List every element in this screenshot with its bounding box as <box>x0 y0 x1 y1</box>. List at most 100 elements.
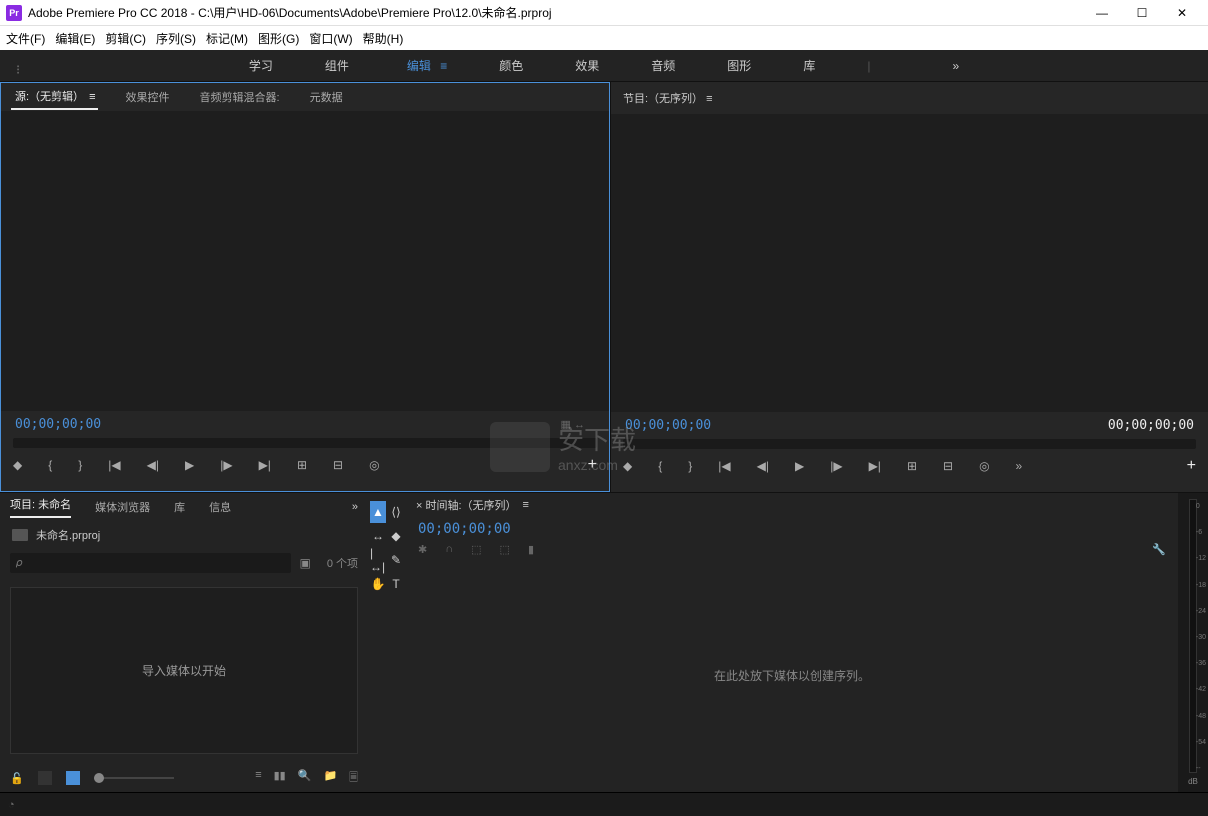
track-select-tool[interactable]: ⟨⟩ <box>388 501 404 523</box>
tab-source[interactable]: 源:（无剪辑） ≡ <box>11 84 98 110</box>
go-to-in-icon[interactable]: |◀ <box>718 459 730 473</box>
window-title: Adobe Premiere Pro CC 2018 - C:\用户\HD-06… <box>28 4 1082 21</box>
go-to-out-icon[interactable]: ▶| <box>869 459 881 473</box>
tab-info[interactable]: 信息 <box>209 499 231 515</box>
tl-settings-icon[interactable]: ▮ <box>528 543 534 556</box>
project-search-input[interactable] <box>10 553 291 573</box>
tl-link-icon[interactable]: ⬚ <box>471 543 481 556</box>
menu-clip[interactable]: 剪辑(C) <box>105 30 146 47</box>
timeline-drop-area[interactable]: 在此处放下媒体以创建序列。 <box>406 558 1178 792</box>
project-drop-area[interactable]: 导入媒体以开始 <box>10 587 358 755</box>
hamburger-icon[interactable]: ⁝ <box>10 58 26 82</box>
workspace-color[interactable]: 颜色 <box>493 53 529 78</box>
extract-icon[interactable]: ⊟ <box>943 459 953 473</box>
menu-file[interactable]: 文件(F) <box>6 30 45 47</box>
export-frame-icon[interactable]: ◎ <box>369 458 379 472</box>
list-view-icon[interactable] <box>38 771 52 785</box>
go-to-in-icon[interactable]: |◀ <box>108 458 120 472</box>
maximize-button[interactable]: ☐ <box>1122 1 1162 25</box>
go-to-out-icon[interactable]: ▶| <box>259 458 271 472</box>
tools-panel: ▲⟨⟩ ↔◆ |↔|✎ ✋T <box>368 493 406 792</box>
tab-metadata[interactable]: 元数据 <box>308 85 345 109</box>
new-item-icon[interactable]: 🗏 <box>349 769 358 788</box>
workspace-tabs: ⁝ 学习 组件 编辑 ≡ 颜色 效果 音频 图形 库 | » <box>0 50 1208 82</box>
overflow-icon[interactable]: » <box>1016 459 1023 473</box>
in-point-icon[interactable]: { <box>48 458 52 472</box>
out-point-icon[interactable]: } <box>688 459 692 473</box>
button-editor-icon[interactable]: + <box>1187 457 1196 475</box>
timeline-timecode[interactable]: 00;00;00;00 <box>406 517 1178 541</box>
in-point-icon[interactable]: { <box>658 459 662 473</box>
insert-icon[interactable]: ⊞ <box>297 458 307 472</box>
program-timecode-left[interactable]: 00;00;00;00 <box>625 418 711 433</box>
button-editor-icon[interactable]: + <box>588 456 597 474</box>
source-scrubber[interactable] <box>13 438 597 448</box>
workspace-overflow[interactable]: » <box>946 55 965 77</box>
tab-effect-controls[interactable]: 效果控件 <box>124 85 172 109</box>
icon-view-icon[interactable] <box>66 771 80 785</box>
project-file-icon <box>12 529 28 541</box>
tl-marker-icon[interactable]: ⬚ <box>500 543 510 556</box>
export-frame-icon[interactable]: ◎ <box>979 459 989 473</box>
program-scrubber[interactable] <box>623 439 1196 449</box>
workspace-libraries[interactable]: 库 <box>797 53 821 78</box>
workspace-learn[interactable]: 学习 <box>243 53 279 78</box>
tab-libraries[interactable]: 库 <box>174 499 185 515</box>
new-bin-icon[interactable]: ▣ <box>299 556 310 570</box>
menu-window[interactable]: 窗口(W) <box>309 30 352 47</box>
program-monitor <box>611 114 1208 412</box>
workspace-effects[interactable]: 效果 <box>569 53 605 78</box>
workspace-assembly[interactable]: 组件 <box>319 53 355 78</box>
type-tool[interactable]: T <box>388 573 404 595</box>
tab-media-browser[interactable]: 媒体浏览器 <box>95 499 150 515</box>
tl-wrench-icon[interactable]: 🔧 <box>1152 543 1166 556</box>
step-forward-icon[interactable]: |▶ <box>220 458 232 472</box>
close-button[interactable]: ✕ <box>1162 1 1202 25</box>
minimize-button[interactable]: — <box>1082 1 1122 25</box>
source-transport: ◆ { } |◀ ◀| ▶ |▶ ▶| ⊞ ⊟ ◎ + <box>1 448 609 482</box>
automate-icon[interactable]: ▮▮ <box>274 769 286 788</box>
step-back-icon[interactable]: ◀| <box>147 458 159 472</box>
step-back-icon[interactable]: ◀| <box>757 459 769 473</box>
tl-snap-icon[interactable]: ✱ <box>418 543 427 556</box>
tab-program[interactable]: 节目:（无序列） ≡ <box>611 82 1208 114</box>
sort-icon[interactable]: ≡ <box>255 769 261 788</box>
new-folder-icon[interactable]: 📁 <box>323 769 337 788</box>
workspace-editing[interactable]: 编辑 ≡ <box>395 53 453 78</box>
hand-tool[interactable]: ✋ <box>370 573 386 595</box>
rate-tool[interactable]: |↔| <box>370 549 386 571</box>
marker-icon[interactable]: ◆ <box>623 459 632 473</box>
selection-tool[interactable]: ▲ <box>370 501 386 523</box>
zoom-slider[interactable] <box>94 777 174 779</box>
play-icon[interactable]: ▶ <box>185 458 194 472</box>
status-icon: ◔ <box>8 799 15 811</box>
pen-tool[interactable]: ✎ <box>388 549 404 571</box>
project-item-count: 0 个项 <box>327 555 358 571</box>
source-monitor-panel: 源:（无剪辑） ≡ 效果控件 音频剪辑混合器: 元数据 00;00;00;00 … <box>0 82 610 492</box>
menu-graphics[interactable]: 图形(G) <box>258 30 299 47</box>
find-icon[interactable]: 🔍 <box>298 769 312 788</box>
menu-marker[interactable]: 标记(M) <box>206 30 248 47</box>
overwrite-icon[interactable]: ⊟ <box>333 458 343 472</box>
rolling-tool[interactable]: ◆ <box>388 525 404 547</box>
out-point-icon[interactable]: } <box>78 458 82 472</box>
menu-edit[interactable]: 编辑(E) <box>55 30 95 47</box>
play-icon[interactable]: ▶ <box>795 459 804 473</box>
menu-sequence[interactable]: 序列(S) <box>156 30 196 47</box>
tab-timeline[interactable]: × 时间轴:（无序列） ≡ <box>406 493 1178 517</box>
step-forward-icon[interactable]: |▶ <box>830 459 842 473</box>
source-timecode-left[interactable]: 00;00;00;00 <box>15 417 101 432</box>
tab-project[interactable]: 项目: 未命名 <box>10 496 71 518</box>
tl-magnet-icon[interactable]: ∩ <box>445 543 453 556</box>
lock-icon[interactable]: 🔓 <box>10 772 24 785</box>
lift-icon[interactable]: ⊞ <box>907 459 917 473</box>
workspace-audio[interactable]: 音频 <box>645 53 681 78</box>
source-fit-dropdown[interactable]: ▦ ↔ <box>561 418 585 431</box>
workspace-graphics[interactable]: 图形 <box>721 53 757 78</box>
program-monitor-panel: 节目:（无序列） ≡ 00;00;00;00 00;00;00;00 ◆ { }… <box>610 82 1208 492</box>
menu-help[interactable]: 帮助(H) <box>363 30 404 47</box>
marker-icon[interactable]: ◆ <box>13 458 22 472</box>
tab-audio-mixer[interactable]: 音频剪辑混合器: <box>198 85 282 109</box>
ripple-tool[interactable]: ↔ <box>370 525 386 547</box>
project-tabs-overflow[interactable]: » <box>352 501 358 513</box>
